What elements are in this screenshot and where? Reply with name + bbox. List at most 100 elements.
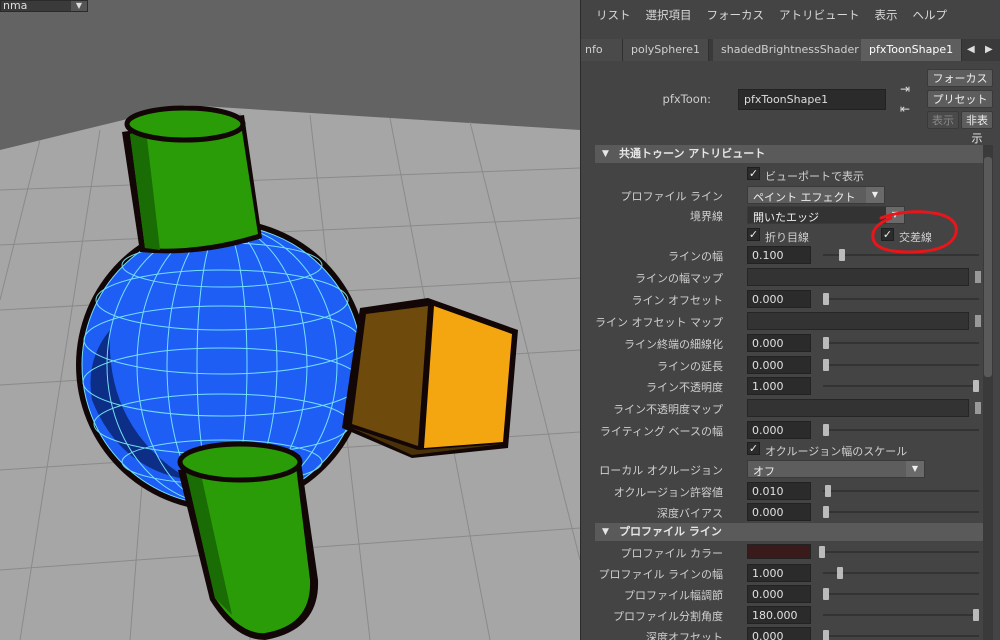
occlusion-tolerance-slider[interactable]	[823, 485, 979, 497]
line-width-label: ラインの幅	[668, 250, 723, 263]
tab-shaded-brightness-shader[interactable]: shadedBrightnessShader	[713, 39, 868, 61]
slider-knob[interactable]	[839, 249, 845, 261]
line-width-map-field[interactable]	[747, 268, 969, 286]
occlusion-tolerance-field[interactable]: 0.010	[747, 482, 811, 500]
viewport-menu-label: nma	[3, 0, 28, 12]
map-button-icon[interactable]	[975, 271, 981, 283]
crease-checkbox[interactable]: ✓	[747, 228, 760, 241]
occlusion-scale-checkbox[interactable]: ✓	[747, 442, 760, 455]
line-opacity-map-field[interactable]	[747, 399, 969, 417]
line-width-field[interactable]: 0.100	[747, 246, 811, 264]
row-line-offset-map: ライン オフセット マップ	[595, 311, 985, 331]
hide-button[interactable]: 非表示	[961, 111, 993, 145]
tab-scroll-left-icon[interactable]: ◀	[967, 39, 975, 61]
line-offset-field[interactable]: 0.000	[747, 290, 811, 308]
menu-focus[interactable]: フォーカス	[707, 7, 765, 23]
scrollbar-thumb[interactable]	[984, 157, 992, 377]
depth-bias-slider[interactable]	[823, 506, 979, 518]
tab-scroll-right-icon[interactable]: ▶	[985, 39, 993, 61]
slider-knob[interactable]	[823, 424, 829, 436]
slider-knob[interactable]	[825, 485, 831, 497]
tab-pfxtoonshape1[interactable]: pfxToonShape1	[861, 39, 963, 61]
tab-info[interactable]: nfo	[581, 39, 623, 61]
viewport-menu[interactable]: nma ▼	[0, 0, 88, 12]
profile-break-angle-slider[interactable]	[823, 609, 979, 621]
chevron-down-icon: ▼	[906, 461, 924, 477]
slider-knob[interactable]	[823, 337, 829, 349]
slider-knob[interactable]	[819, 546, 825, 558]
local-occlusion-dropdown[interactable]: オフ ▼	[747, 460, 925, 478]
profile-width-mod-slider[interactable]	[823, 588, 979, 600]
profile-line-dropdown[interactable]: ペイント エフェクト ▼	[747, 186, 885, 204]
slider-knob[interactable]	[973, 380, 979, 392]
slider-knob[interactable]	[823, 359, 829, 371]
input-connections-icon[interactable]: ⇥	[900, 82, 914, 96]
preset-button[interactable]: プリセット	[927, 90, 993, 108]
menu-attributes[interactable]: アトリビュート	[779, 7, 860, 23]
show-button[interactable]: 表示	[927, 111, 959, 129]
row-line-width-map: ラインの幅マップ	[595, 267, 985, 287]
slider-knob[interactable]	[837, 567, 843, 579]
row-line-end-thin: ライン終端の細線化 0.000	[595, 333, 985, 353]
menu-selected[interactable]: 選択項目	[646, 7, 692, 23]
profile-color-swatch[interactable]	[747, 544, 811, 559]
border-value: 開いたエッジ	[753, 211, 819, 224]
map-button-icon[interactable]	[975, 402, 981, 414]
line-offset-map-label: ライン オフセット マップ	[595, 316, 723, 329]
line-opacity-field[interactable]: 1.000	[747, 377, 811, 395]
line-extend-slider[interactable]	[823, 359, 979, 371]
line-end-thin-field[interactable]: 0.000	[747, 334, 811, 352]
vertical-scrollbar[interactable]	[983, 145, 993, 640]
attribute-editor: リスト 選択項目 フォーカス アトリビュート 表示 ヘルプ nfo polySp…	[580, 0, 1000, 640]
cube	[342, 298, 518, 458]
output-connections-icon[interactable]: ⇤	[900, 102, 914, 116]
slider-knob[interactable]	[823, 588, 829, 600]
menu-list[interactable]: リスト	[596, 7, 631, 23]
depth-offset-label: 深度オフセット	[646, 631, 723, 640]
profile-width-field[interactable]: 1.000	[747, 564, 811, 582]
depth-offset-slider[interactable]	[823, 630, 979, 640]
lighting-width-slider[interactable]	[823, 424, 979, 436]
depth-bias-field[interactable]: 0.000	[747, 503, 811, 521]
top-cylinder	[122, 105, 262, 254]
slider-knob[interactable]	[823, 630, 829, 640]
row-depth-bias: 深度バイアス 0.000	[595, 502, 985, 522]
row-line-offset: ライン オフセット 0.000	[595, 289, 985, 309]
section-profile-lines[interactable]: ▼ プロファイル ライン	[595, 523, 985, 541]
depth-bias-label: 深度バイアス	[657, 507, 723, 520]
slider-knob[interactable]	[973, 609, 979, 621]
slider-knob[interactable]	[823, 293, 829, 305]
profile-line-value: ペイント エフェクト	[753, 191, 856, 204]
slider-knob[interactable]	[823, 506, 829, 518]
node-name-field[interactable]	[738, 89, 886, 110]
profile-width-slider[interactable]	[823, 567, 979, 579]
3d-viewport[interactable]: nma ▼	[0, 0, 580, 640]
viewport-display-label: ビューポートで表示	[765, 170, 864, 183]
line-opacity-slider[interactable]	[823, 380, 979, 392]
node-tabs: nfo polySphere1 shadedBrightnessShader p…	[581, 39, 1000, 61]
depth-offset-field[interactable]: 0.000	[747, 627, 811, 640]
line-end-thin-slider[interactable]	[823, 337, 979, 349]
row-lighting-width: ライティング ベースの幅 0.000	[595, 420, 985, 440]
local-occlusion-label: ローカル オクルージョン	[599, 464, 723, 477]
profile-color-slider[interactable]	[819, 546, 979, 558]
profile-color-label: プロファイル カラー	[620, 547, 724, 560]
line-offset-label: ライン オフセット	[631, 294, 724, 307]
tab-polysphere1[interactable]: polySphere1	[623, 39, 710, 61]
profile-break-angle-label: プロファイル分割角度	[613, 610, 723, 623]
row-line-extend: ラインの延長 0.000	[595, 355, 985, 375]
chevron-down-icon[interactable]: ▼	[71, 1, 87, 11]
line-extend-field[interactable]: 0.000	[747, 356, 811, 374]
profile-break-angle-field[interactable]: 180.000	[747, 606, 811, 624]
lighting-width-field[interactable]: 0.000	[747, 421, 811, 439]
focus-button[interactable]: フォーカス	[927, 69, 993, 87]
section-common-toon[interactable]: ▼ 共通トゥーン アトリビュート	[595, 145, 985, 163]
line-offset-map-field[interactable]	[747, 312, 969, 330]
line-offset-slider[interactable]	[823, 293, 979, 305]
occlusion-tolerance-label: オクルージョン許容値	[613, 486, 723, 499]
viewport-display-checkbox[interactable]: ✓	[747, 167, 760, 180]
profile-width-mod-field[interactable]: 0.000	[747, 585, 811, 603]
menu-show[interactable]: 表示	[875, 7, 898, 23]
map-button-icon[interactable]	[975, 315, 981, 327]
menu-help[interactable]: ヘルプ	[913, 7, 948, 23]
